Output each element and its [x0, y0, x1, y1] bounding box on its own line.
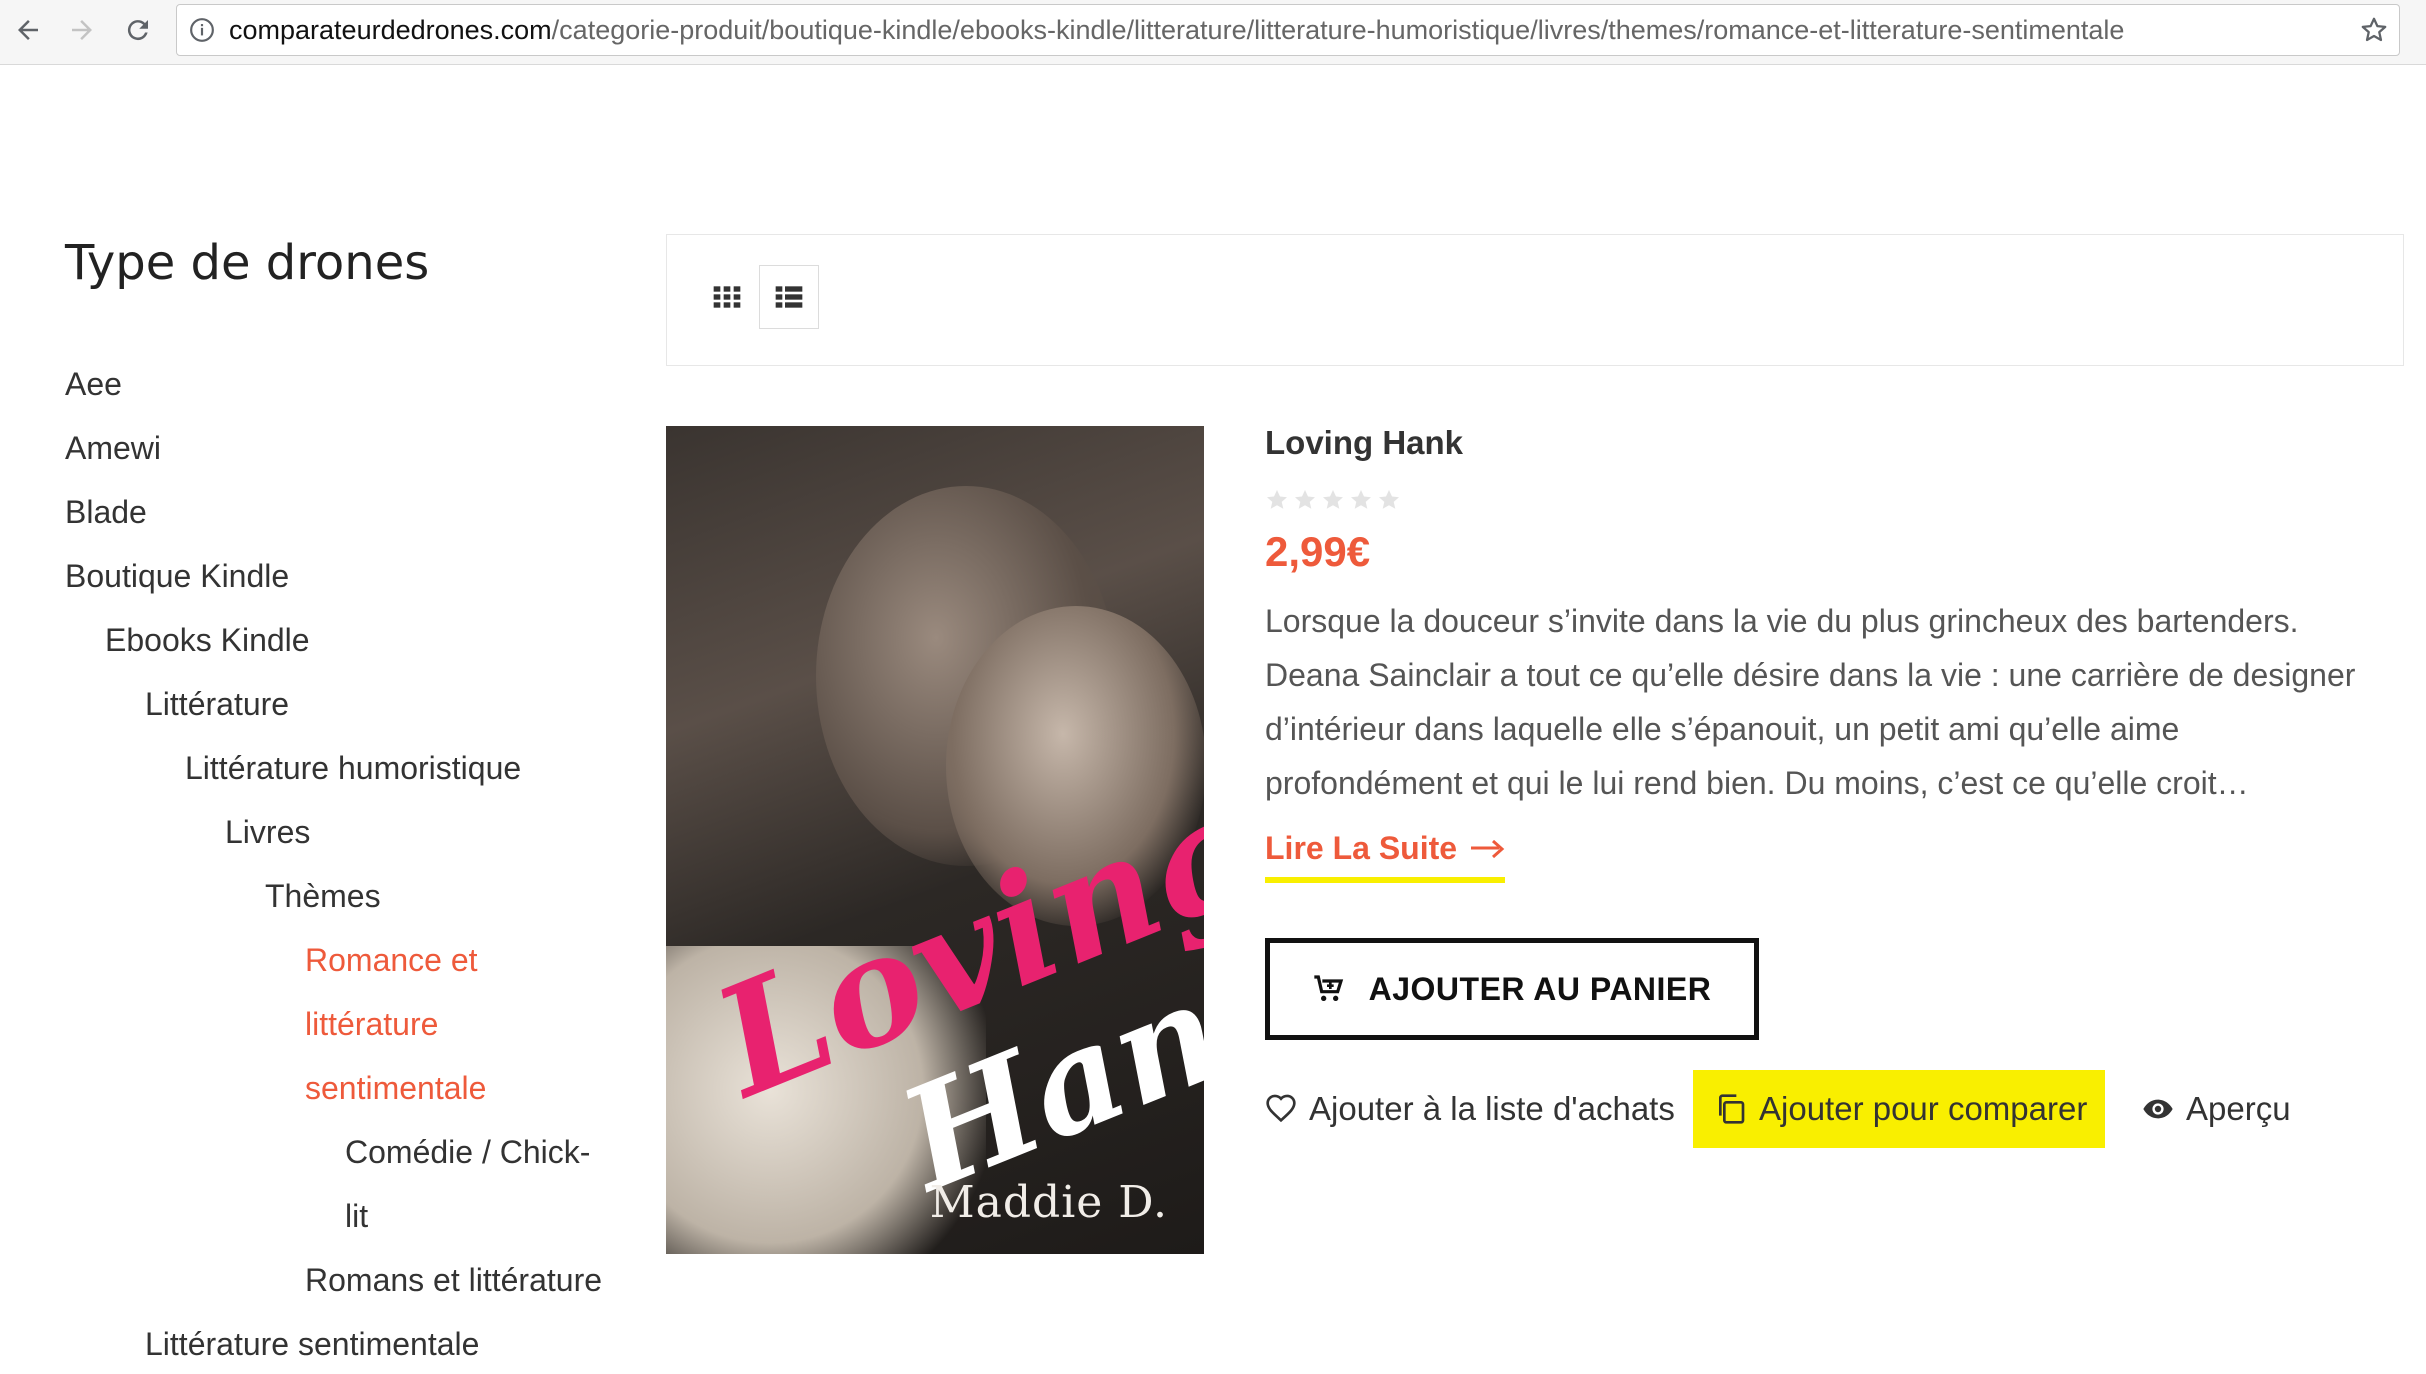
back-button[interactable] — [8, 10, 48, 50]
url-domain: comparateurdedrones.com — [229, 14, 552, 45]
info-icon[interactable] — [189, 17, 215, 43]
url-text: comparateurdedrones.com/categorie-produi… — [229, 15, 2124, 46]
address-bar[interactable]: comparateurdedrones.com/categorie-produi… — [176, 4, 2400, 56]
list-view-button[interactable] — [759, 265, 819, 329]
category-comedie-line-2[interactable]: lit — [345, 1198, 368, 1235]
arrow-right-icon — [72, 20, 92, 40]
category-romance-line-2[interactable]: littérature — [305, 1006, 438, 1043]
browser-toolbar: comparateurdedrones.com/categorie-produi… — [0, 0, 2426, 65]
category-romance-line-1[interactable]: Romance et — [305, 942, 478, 979]
star-empty-icon — [1267, 490, 1287, 509]
add-to-wishlist-link[interactable]: Ajouter à la liste d'achats — [1265, 1070, 1675, 1148]
url-path: /categorie-produit/boutique-kindle/ebook… — [551, 14, 2125, 45]
reload-button[interactable] — [118, 10, 158, 50]
category-blade[interactable]: Blade — [65, 494, 147, 531]
read-more-label: Lire La Suite — [1265, 830, 1458, 866]
copy-icon — [1719, 1094, 1745, 1124]
product-description: Lorsque la douceur s’invite dans la vie … — [1265, 603, 2356, 801]
category-boutique-kindle[interactable]: Boutique Kindle — [65, 558, 289, 595]
product-price: 2,99€ — [1265, 528, 1371, 575]
reload-icon — [127, 20, 148, 41]
quick-view-label: Aperçu — [2186, 1090, 2291, 1127]
compare-label: Ajouter pour comparer — [1759, 1090, 2088, 1127]
arrow-right-icon — [1471, 839, 1505, 858]
star-empty-icon — [1351, 490, 1371, 509]
category-litterature-sentimentale[interactable]: Littérature sentimentale — [145, 1326, 479, 1363]
star-empty-icon — [1379, 490, 1399, 509]
read-more-link[interactable]: Lire La Suite — [1265, 830, 1506, 883]
wishlist-label: Ajouter à la liste d'achats — [1309, 1090, 1675, 1127]
quick-view-link[interactable]: Aperçu — [2142, 1070, 2291, 1148]
category-comedie-line-1[interactable]: Comédie / Chick- — [345, 1134, 590, 1171]
add-to-cart-button[interactable]: AJOUTER AU PANIER — [1265, 938, 1759, 1040]
view-toolbar — [666, 234, 2404, 366]
heart-icon — [1266, 1094, 1296, 1123]
forward-button[interactable] — [62, 10, 102, 50]
category-romans-et-litterature[interactable]: Romans et littérature — [305, 1262, 602, 1299]
add-to-compare-link[interactable]: Ajouter pour comparer — [1693, 1070, 2105, 1148]
rating-stars — [1265, 488, 1401, 512]
product-title[interactable]: Loving Hank — [1265, 424, 1463, 462]
category-themes[interactable]: Thèmes — [265, 878, 381, 915]
category-romance-line-3[interactable]: sentimentale — [305, 1070, 486, 1107]
category-ebooks-kindle[interactable]: Ebooks Kindle — [105, 622, 310, 659]
category-aee[interactable]: Aee — [65, 366, 122, 403]
sidebar-title: Type de drones — [65, 235, 430, 291]
list-icon — [775, 286, 803, 308]
category-litterature[interactable]: Littérature — [145, 686, 289, 723]
category-livres[interactable]: Livres — [225, 814, 310, 851]
grid-view-button[interactable] — [697, 265, 757, 329]
product-cover-image[interactable]: Loving Hank Maddie D. — [666, 426, 1204, 1254]
star-empty-icon — [1295, 490, 1315, 509]
category-amewi[interactable]: Amewi — [65, 430, 161, 467]
arrow-left-icon — [18, 20, 38, 40]
cart-plus-icon — [1313, 975, 1343, 1001]
grid-icon — [713, 286, 741, 308]
eye-icon — [2143, 1099, 2173, 1119]
bookmark-star-icon[interactable] — [2359, 15, 2389, 45]
cover-author: Maddie D. — [929, 1177, 1168, 1228]
category-litterature-humoristique[interactable]: Littérature humoristique — [185, 750, 521, 787]
star-empty-icon — [1323, 490, 1343, 509]
add-to-cart-label: AJOUTER AU PANIER — [1368, 970, 1712, 1007]
